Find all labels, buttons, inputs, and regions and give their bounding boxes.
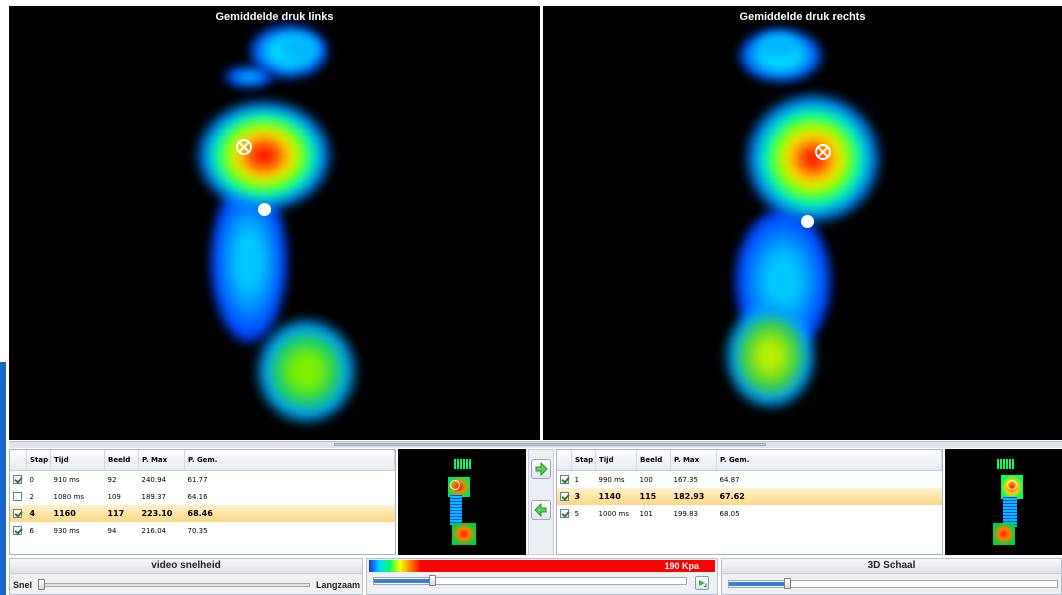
col-header-pgem[interactable]: P. Gem. — [184, 450, 395, 471]
col-header-beeld[interactable]: Beeld — [104, 450, 139, 471]
table-row[interactable]: 0 910 ms 92 240.94 61.77 — [10, 471, 395, 489]
center-of-pressure-left — [258, 203, 271, 216]
peak-pressure-marker-left — [236, 139, 252, 155]
row-checkbox[interactable] — [560, 509, 569, 518]
col-header-tijd[interactable]: Tijd — [595, 450, 637, 471]
table-row-selected[interactable]: 4 1160 117 223.10 68.46 — [10, 505, 395, 522]
panel-splitter[interactable] — [9, 441, 1062, 448]
table-row[interactable]: 5 1000 ms 101 199.83 68.05 — [557, 505, 942, 522]
pressure-color-scale — [369, 560, 715, 572]
col-header-pgem[interactable]: P. Gem. — [716, 450, 942, 471]
color-scale-panel: 190 Kpa — [366, 558, 718, 595]
previous-step-button[interactable] — [531, 500, 551, 520]
panel-title: video snelheid — [10, 559, 362, 574]
slider-label-fast: Snel — [13, 580, 33, 590]
center-of-pressure-right — [801, 215, 814, 228]
3d-scale-slider-knob[interactable] — [783, 578, 791, 589]
slider-label-slow: Langzaam — [316, 580, 361, 590]
arrow-right-icon — [535, 462, 548, 476]
row-checkbox[interactable] — [13, 509, 22, 518]
view-title-right: Gemiddelde druk rechts — [739, 11, 866, 23]
video-speed-panel: video snelheid Snel Langzaam — [9, 558, 363, 595]
col-header-pmax[interactable]: P. Max — [670, 450, 717, 471]
footprint-thumbnail-right[interactable] — [945, 449, 1062, 555]
col-header-stap[interactable]: Stap — [571, 450, 596, 471]
col-header-pmax[interactable]: P. Max — [138, 450, 185, 471]
footprint-thumbnail-left[interactable] — [398, 449, 526, 555]
scale-max-label: 190 Kpa — [664, 561, 699, 571]
refresh-button[interactable] — [695, 576, 709, 590]
scale-slider-track[interactable] — [373, 577, 687, 585]
view-title-left: Gemiddelde druk links — [215, 11, 334, 23]
col-header-stap[interactable]: Stap — [26, 450, 51, 471]
3d-scale-panel: 3D Schaal — [721, 558, 1062, 595]
panel-title: 3D Schaal — [722, 559, 1061, 574]
refresh-icon — [699, 580, 707, 587]
row-checkbox[interactable] — [560, 492, 569, 501]
table-row[interactable]: 6 930 ms 94 216.04 70.35 — [10, 522, 395, 539]
row-checkbox[interactable] — [13, 475, 22, 484]
side-tab[interactable] — [0, 362, 6, 595]
steps-table-left[interactable]: Stap Tijd Beeld P. Max P. Gem. 0 910 ms … — [9, 449, 396, 555]
video-speed-slider-knob[interactable] — [38, 579, 45, 590]
nav-button-column — [528, 449, 554, 555]
next-step-button[interactable] — [531, 459, 551, 479]
row-checkbox[interactable] — [560, 475, 569, 484]
peak-pressure-marker-right — [815, 144, 831, 160]
steps-table-right[interactable]: Stap Tijd Beeld P. Max P. Gem. 1 990 ms … — [556, 449, 943, 555]
pressure-view-right[interactable]: Gemiddelde druk rechts — [543, 6, 1062, 440]
arrow-left-icon — [534, 503, 547, 517]
row-checkbox[interactable] — [13, 492, 22, 501]
table-row[interactable]: 1 990 ms 100 167.35 64.87 — [557, 471, 942, 489]
row-checkbox[interactable] — [13, 526, 22, 535]
col-header-tijd[interactable]: Tijd — [50, 450, 105, 471]
scale-slider-knob[interactable] — [429, 575, 437, 586]
pressure-view-left[interactable]: Gemiddelde druk links — [9, 6, 540, 440]
table-row-selected[interactable]: 3 1140 115 182.93 67.62 — [557, 488, 942, 505]
video-speed-slider[interactable] — [38, 583, 310, 587]
col-header-beeld[interactable]: Beeld — [636, 450, 671, 471]
table-row[interactable]: 2 1080 ms 109 189.37 64.16 — [10, 488, 395, 505]
3d-scale-slider-track[interactable] — [728, 580, 1058, 588]
